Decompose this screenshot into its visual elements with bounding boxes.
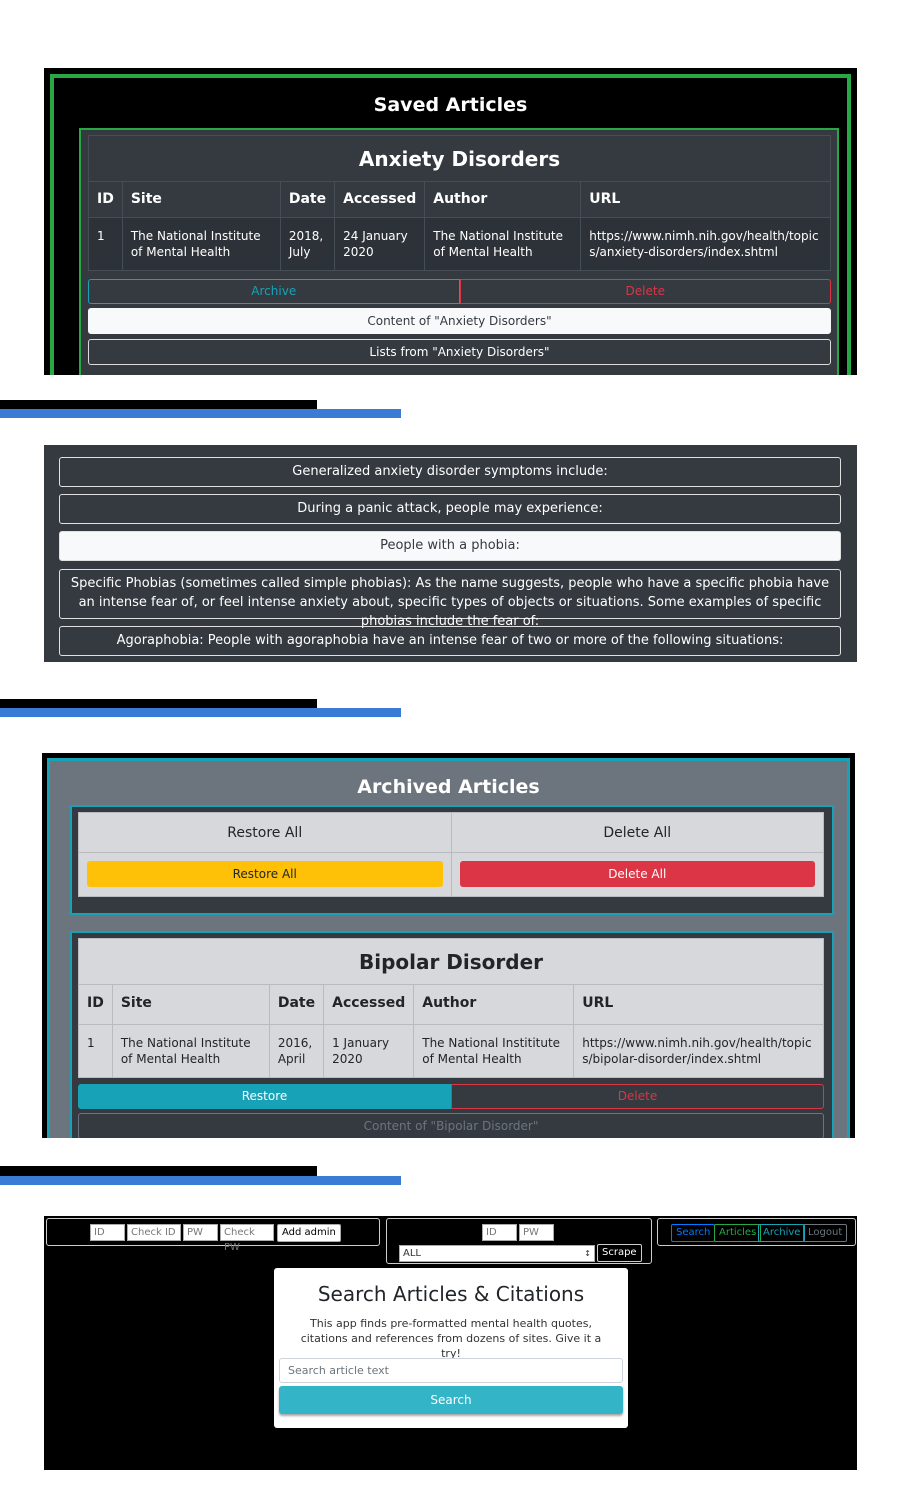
cell-author: The National Instititute of Mental Healt… [413, 1024, 575, 1078]
restore-all-header: Restore All [78, 812, 452, 853]
nav-group: Search Articles Archive Logout [657, 1218, 856, 1246]
table-row: 1 The National Institute of Mental Healt… [88, 217, 831, 271]
admin-id-input[interactable]: ID [90, 1224, 125, 1241]
cell-date: 2018, July [279, 217, 336, 271]
check-id-input[interactable]: Check ID [127, 1224, 181, 1241]
list-item[interactable]: Generalized anxiety disorder symptoms in… [59, 457, 841, 487]
bulk-actions-card: Restore All Delete All Restore All Delet… [70, 805, 834, 915]
lists-button[interactable]: Lists from "Anxiety Disorders" [88, 339, 831, 365]
search-button[interactable]: Search [279, 1386, 623, 1414]
list-item-active[interactable]: People with a phobia: [59, 531, 841, 561]
site-select[interactable]: ALL ↕ [399, 1245, 595, 1262]
cell-accessed: 1 January 2020 [323, 1024, 415, 1078]
cell-site: The National Institute of Mental Health [121, 217, 281, 271]
archived-article-actions: Restore Delete [78, 1084, 824, 1109]
add-admin-button[interactable]: Add admin [277, 1224, 341, 1242]
admin-pw-input[interactable]: PW [183, 1224, 218, 1241]
col-url: URL [580, 181, 831, 218]
separator-blue [0, 1176, 401, 1185]
nav-archive-button[interactable]: Archive [758, 1224, 806, 1242]
nav-logout-button[interactable]: Logout [803, 1224, 848, 1242]
scrape-form: ID PW ALL ↕ Scrape [386, 1218, 652, 1264]
col-accessed: Accessed [334, 181, 426, 218]
search-description: This app finds pre-formatted mental heal… [300, 1317, 602, 1360]
archive-button[interactable]: Archive [88, 279, 460, 304]
scrape-id-input[interactable]: ID [482, 1224, 517, 1241]
col-date: Date [279, 181, 336, 218]
cell-date: 2016, April [268, 1024, 325, 1078]
search-card: Search Articles & Citations This app fin… [274, 1268, 628, 1428]
article-table: Anxiety Disorders ID Site Date Accessed … [88, 135, 831, 271]
site-select-value: ALL [403, 1248, 421, 1259]
cell-id: 1 [88, 217, 123, 271]
list-item[interactable]: Specific Phobias (sometimes called simpl… [59, 569, 841, 629]
saved-articles-frame: Saved Articles Anxiety Disorders ID Site… [50, 74, 851, 375]
list-item[interactable]: Agoraphobia: People with agoraphobia hav… [59, 626, 841, 656]
list-item[interactable]: During a panic attack, people may experi… [59, 494, 841, 524]
col-author: Author [413, 984, 575, 1025]
cell-accessed: 24 January 2020 [334, 217, 426, 271]
cell-id: 1 [78, 1024, 113, 1078]
delete-button[interactable]: Delete [459, 279, 831, 304]
col-date: Date [268, 984, 325, 1025]
col-accessed: Accessed [323, 984, 415, 1025]
separator-blue [0, 409, 401, 418]
content-button[interactable]: Content of "Anxiety Disorders" [88, 308, 831, 334]
archived-article-title: Bipolar Disorder [78, 938, 824, 985]
col-id: ID [88, 181, 123, 218]
cell-url: https://www.nimh.nih.gov/health/topics/b… [573, 1024, 824, 1078]
nav-search-button[interactable]: Search [671, 1224, 716, 1242]
search-heading: Search Articles & Citations [317, 1282, 585, 1306]
col-id: ID [78, 984, 113, 1025]
lists-panel: Generalized anxiety disorder symptoms in… [44, 445, 857, 662]
content-button[interactable]: Content of "Bipolar Disorder" [78, 1113, 824, 1138]
nav-articles-button[interactable]: Articles [714, 1224, 762, 1242]
delete-button[interactable]: Delete [451, 1084, 824, 1109]
delete-all-button[interactable]: Delete All [459, 861, 815, 887]
restore-all-button[interactable]: Restore All [87, 861, 443, 887]
check-pw-input[interactable]: Check PW [220, 1224, 274, 1253]
chevron-updown-icon: ↕ [584, 1249, 591, 1258]
saved-articles-title: Saved Articles [373, 94, 528, 116]
article-title: Anxiety Disorders [88, 135, 831, 182]
search-panel: ID Check ID PW Check PW Add admin ID PW … [44, 1216, 857, 1470]
archived-article-card: Bipolar Disorder ID Site Date Accessed A… [70, 931, 834, 1138]
restore-button[interactable]: Restore [78, 1084, 451, 1109]
archived-articles-panel: Archived Articles Restore All Delete All… [42, 753, 855, 1138]
separator-black [0, 1166, 317, 1176]
archived-article-table: Bipolar Disorder ID Site Date Accessed A… [78, 938, 824, 1078]
bulk-actions-table: Restore All Delete All Restore All Delet… [78, 812, 824, 897]
cell-url: https://www.nimh.nih.gov/health/topics/a… [580, 217, 831, 271]
cell-author: The National Institute of Mental Health [424, 217, 582, 271]
separator-blue [0, 708, 401, 717]
search-input[interactable]: Search article text [279, 1358, 623, 1383]
saved-articles-panel: Saved Articles Anxiety Disorders ID Site… [44, 68, 857, 375]
article-actions: Archive Delete [88, 279, 831, 304]
scrape-pw-input[interactable]: PW [519, 1224, 554, 1241]
archived-articles-title: Archived Articles [357, 776, 540, 798]
col-site: Site [121, 181, 281, 218]
col-url: URL [573, 984, 824, 1025]
archived-articles-frame: Archived Articles Restore All Delete All… [47, 758, 850, 1138]
cell-site: The National Institute of Mental Health [111, 1024, 270, 1078]
delete-all-header: Delete All [450, 812, 824, 853]
table-row: 1 The National Institute of Mental Healt… [78, 1024, 824, 1078]
col-author: Author [424, 181, 582, 218]
scrape-button[interactable]: Scrape [597, 1244, 642, 1262]
article-card: Anxiety Disorders ID Site Date Accessed … [79, 128, 839, 375]
admin-form: ID Check ID PW Check PW Add admin [46, 1218, 380, 1253]
col-site: Site [111, 984, 270, 1025]
